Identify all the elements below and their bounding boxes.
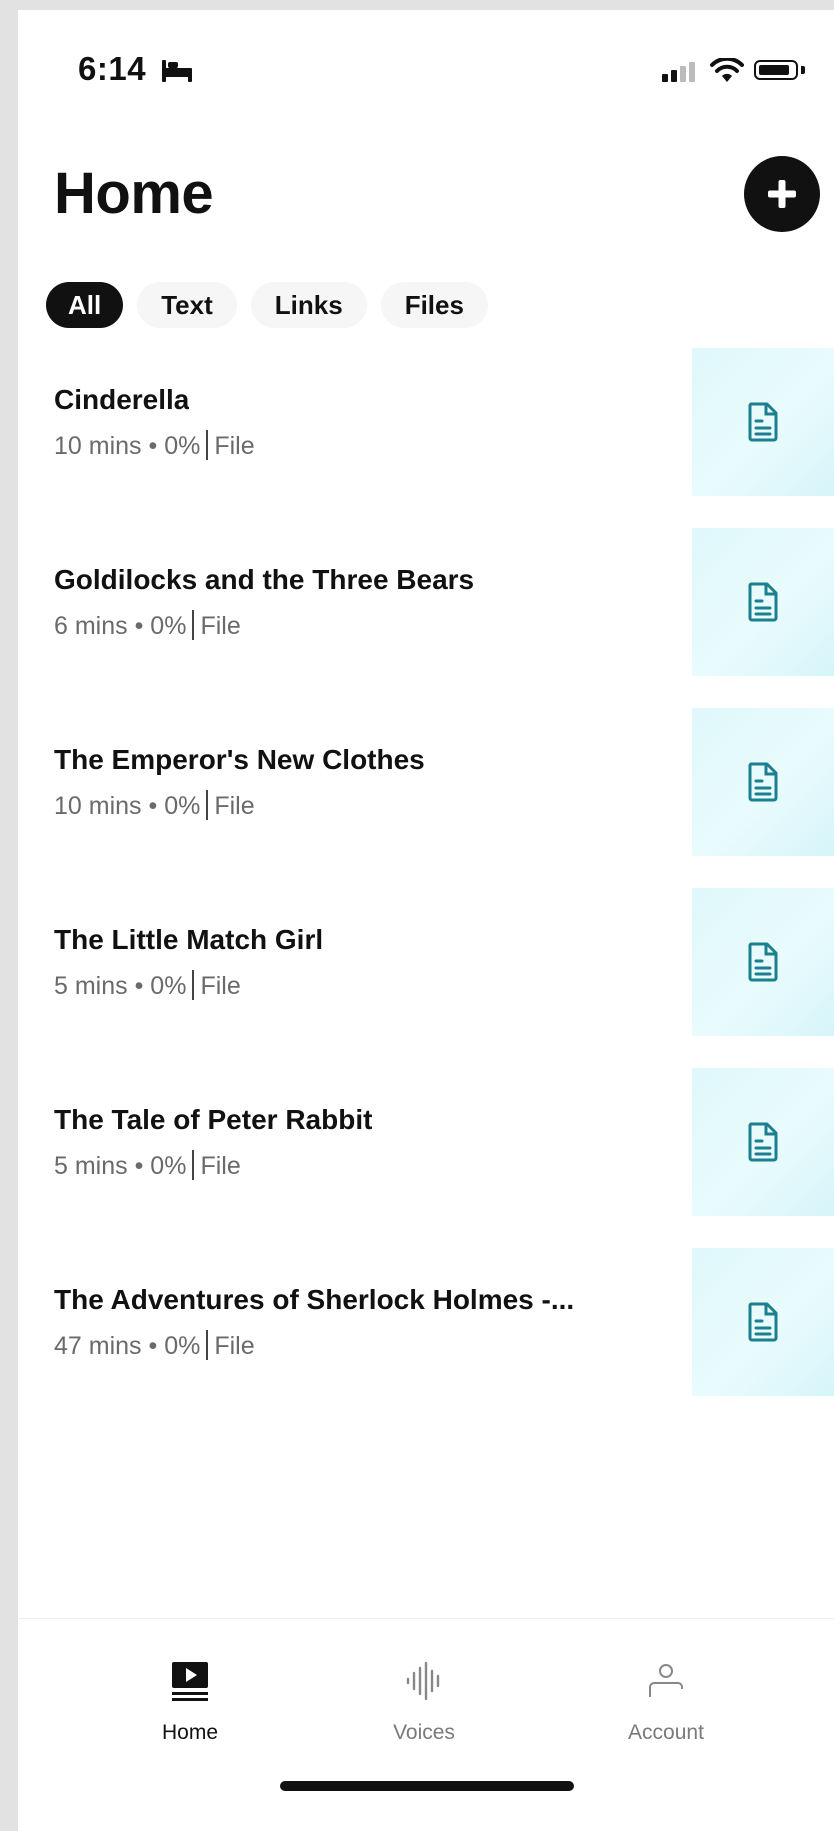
sleep-focus-icon (162, 60, 192, 82)
item-title: The Adventures of Sherlock Holmes -... (54, 1284, 575, 1315)
item-thumbnail (692, 1068, 834, 1216)
item-meta: 10 mins • 0% File (54, 430, 255, 460)
filter-text[interactable]: Text (137, 282, 237, 328)
filter-all[interactable]: All (46, 282, 124, 328)
waveform-icon (406, 1661, 440, 1701)
item-meta: 5 mins • 0% File (54, 970, 241, 1000)
filter-files[interactable]: Files (380, 282, 488, 328)
app-screen: 6:14 Home All Text Links Files Cinderell… (18, 10, 834, 1831)
item-meta: 5 mins • 0% File (54, 1150, 241, 1180)
status-time: 6:14 (78, 50, 147, 87)
item-title: The Little Match Girl (54, 924, 324, 955)
item-title: Cinderella (54, 384, 190, 415)
play-screen-icon (172, 1662, 208, 1701)
tab-voices-label: Voices (393, 1721, 455, 1744)
item-meta: 47 mins • 0% File (54, 1330, 255, 1360)
item-meta: 6 mins • 0% File (54, 610, 241, 640)
tab-voices[interactable]: Voices (344, 1659, 504, 1769)
document-icon (748, 1302, 778, 1342)
item-thumbnail (692, 1248, 834, 1396)
tab-home-label: Home (161, 1721, 219, 1744)
list-item[interactable]: Goldilocks and the Three Bears 6 mins • … (18, 528, 834, 676)
status-indicators (662, 56, 812, 86)
add-button[interactable] (744, 156, 820, 232)
item-thumbnail (692, 888, 834, 1036)
list-item[interactable]: The Little Match Girl 5 mins • 0% File (18, 888, 834, 1036)
list-item[interactable]: The Tale of Peter Rabbit 5 mins • 0% File (18, 1068, 834, 1216)
item-title: Goldilocks and the Three Bears (54, 564, 475, 595)
document-icon (748, 402, 778, 442)
list-item[interactable]: Cinderella 10 mins • 0% File (18, 348, 834, 496)
battery-icon (754, 60, 798, 80)
tab-account-label: Account (628, 1721, 704, 1744)
item-meta: 10 mins • 0% File (54, 790, 255, 820)
filter-links[interactable]: Links (250, 282, 367, 328)
document-icon (748, 762, 778, 802)
item-title: The Tale of Peter Rabbit (54, 1104, 373, 1135)
list-item[interactable]: The Emperor's New Clothes 10 mins • 0% Fi… (18, 708, 834, 856)
tab-home[interactable]: Home (110, 1659, 270, 1769)
tab-account[interactable]: Account (586, 1659, 746, 1769)
home-indicator (280, 1781, 574, 1791)
item-thumbnail (692, 708, 834, 856)
page-title: Home (54, 161, 214, 226)
document-icon (748, 582, 778, 622)
list-item[interactable]: The Adventures of Sherlock Holmes -... 4… (18, 1248, 834, 1396)
person-icon (649, 1664, 683, 1697)
item-title: The Emperor's New Clothes (54, 744, 425, 775)
tab-bar: Home Voices Account (18, 1618, 834, 1831)
item-thumbnail (692, 348, 834, 496)
filter-chips: All Text Links Files (46, 282, 488, 328)
wifi-icon (710, 58, 744, 82)
document-icon (748, 942, 778, 982)
item-thumbnail (692, 528, 834, 676)
document-icon (748, 1122, 778, 1162)
